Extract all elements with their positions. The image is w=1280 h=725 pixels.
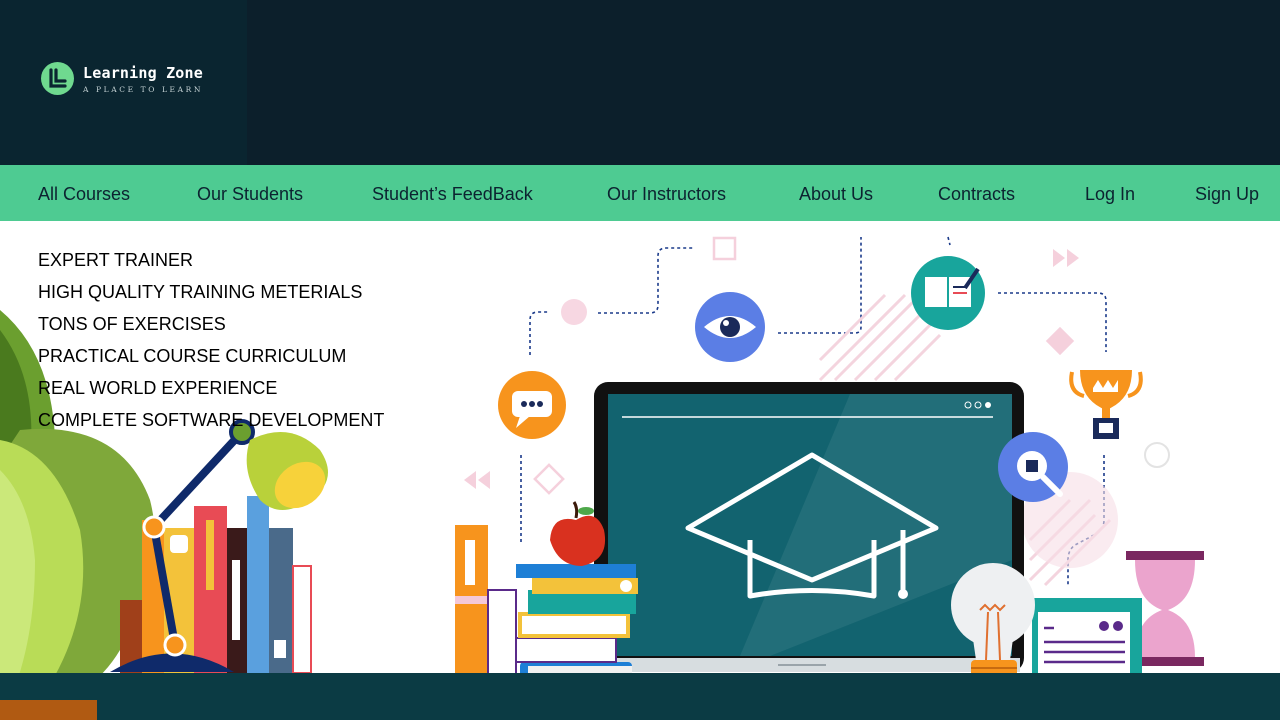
lightbulb-icon <box>951 563 1035 692</box>
brand-logo[interactable]: Learning Zone A PLACE TO LEARN <box>41 62 203 95</box>
nav-contracts[interactable]: Contracts <box>938 184 1015 205</box>
feature-item: EXPERT TRAINER <box>38 250 194 270</box>
feature-item: HIGH QUALITY TRAINING METERIALS <box>38 282 363 302</box>
nav-all-courses[interactable]: All Courses <box>38 184 130 205</box>
feature-item: REAL WORLD EXPERIENCE <box>38 378 278 398</box>
site-header: Learning Zone A PLACE TO LEARN <box>0 0 1280 165</box>
nav-our-instructors[interactable]: Our Instructors <box>607 184 726 205</box>
feature-item: COMPLETE SOFTWARE DEVELOPMENT <box>38 410 385 430</box>
nav-student-feedback[interactable]: Student’s FeedBack <box>372 184 533 205</box>
eye-icon <box>695 292 765 362</box>
feature-item: TONS OF EXERCISES <box>38 314 226 334</box>
brand-name: Learning Zone <box>83 63 203 82</box>
nav-log-in[interactable]: Log In <box>1085 184 1135 205</box>
trophy-icon <box>1069 370 1143 439</box>
brand-tagline: A PLACE TO LEARN <box>83 84 204 94</box>
chat-icon <box>498 371 566 439</box>
main-nav: All Courses Our Students Student’s FeedB… <box>0 165 1280 221</box>
nav-our-students[interactable]: Our Students <box>197 184 303 205</box>
search-icon <box>998 432 1068 502</box>
nav-about-us[interactable]: About Us <box>799 184 873 205</box>
book-icon <box>911 256 985 330</box>
logo-icon <box>41 62 74 95</box>
feature-item: PRACTICAL COURSE CURRICULUM <box>38 346 347 366</box>
features-list: EXPERT TRAINER HIGH QUALITY TRAINING MET… <box>38 244 384 436</box>
nav-sign-up[interactable]: Sign Up <box>1195 184 1259 205</box>
